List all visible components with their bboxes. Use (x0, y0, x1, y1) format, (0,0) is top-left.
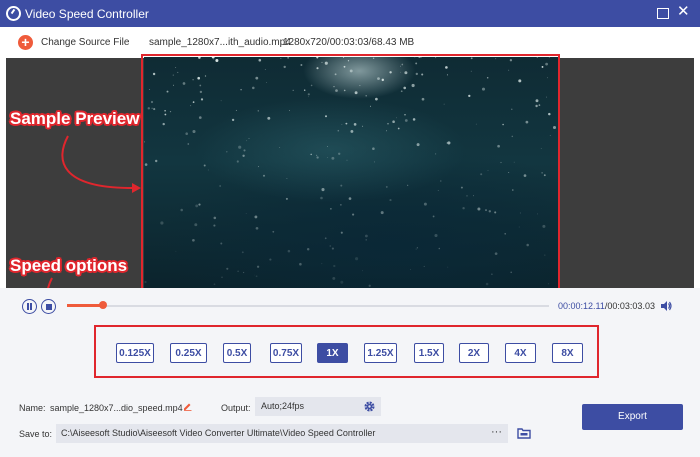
stop-button[interactable] (41, 299, 56, 314)
output-format-value: Auto;24fps (261, 401, 305, 411)
timeline-thumb[interactable] (99, 301, 108, 309)
source-filename: sample_1280x7...ith_audio.mp4 (149, 37, 291, 48)
app-logo-icon (6, 6, 21, 21)
pause-button[interactable] (22, 299, 37, 314)
name-label: Name: (19, 403, 46, 413)
timeline-progress (67, 304, 104, 307)
title-bar: Video Speed Controller ✕ (0, 0, 700, 27)
export-button[interactable]: Export (582, 404, 683, 430)
save-path-field[interactable]: C:\Aiseesoft Studio\Aiseesoft Video Conv… (56, 424, 508, 443)
speed-annotation: Speed options (10, 256, 128, 275)
maximize-icon[interactable] (657, 8, 669, 19)
output-label: Output: (221, 403, 251, 413)
open-folder-icon[interactable] (517, 427, 531, 439)
gear-icon[interactable] (363, 400, 376, 413)
preview-annotation: Sample Preview (10, 109, 140, 128)
save-path-value: C:\Aiseesoft Studio\Aiseesoft Video Conv… (61, 428, 376, 438)
current-time: 00:00:12.11 (558, 301, 605, 311)
total-time: 00:03:03.03 (607, 301, 655, 311)
player-controls: 00:00:12.11/00:03:03.03 (0, 288, 700, 328)
time-readout: 00:00:12.11/00:03:03.03 (558, 301, 655, 311)
save-to-label: Save to: (19, 429, 53, 439)
timeline-track[interactable] (67, 305, 549, 307)
source-file-info: 1280x720/00:03:03/68.43 MB (283, 37, 415, 48)
output-name-value: sample_1280x7...dio_speed.mp4 (50, 403, 183, 413)
close-icon[interactable]: ✕ (677, 4, 690, 20)
change-source-button[interactable]: Change Source File (41, 37, 129, 48)
speed-highlight-box (94, 325, 599, 378)
window-title: Video Speed Controller (25, 7, 149, 21)
volume-icon[interactable] (660, 300, 672, 312)
add-icon[interactable]: + (18, 35, 33, 50)
edit-name-icon[interactable] (183, 402, 192, 411)
browse-button[interactable]: ··· (485, 424, 508, 443)
preview-highlight-box (141, 54, 560, 291)
